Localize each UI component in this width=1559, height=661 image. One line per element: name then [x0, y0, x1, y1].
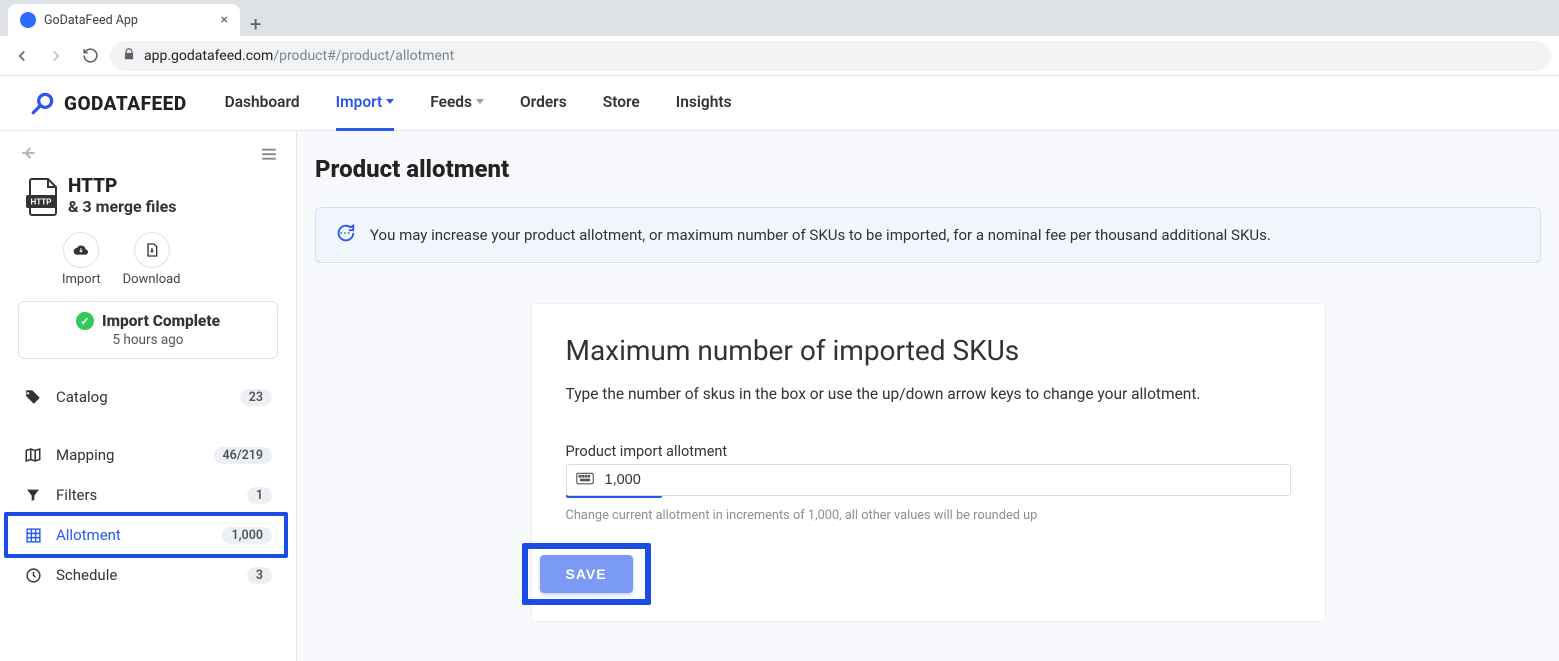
logo-icon [30, 90, 56, 116]
sidebar-item-badge: 23 [240, 389, 272, 406]
action-row: Import Download [16, 226, 280, 297]
app-header: GODATAFEED Dashboard Import Feeds Orders… [0, 76, 1559, 131]
chevron-down-icon [386, 99, 394, 104]
address-bar[interactable]: app.godatafeed.com/product#/product/allo… [110, 41, 1551, 71]
main-content: Product allotment You may increase your … [297, 131, 1559, 661]
status-card: ✓ Import Complete 5 hours ago [18, 301, 278, 359]
sidebar-item-schedule[interactable]: Schedule 3 [16, 555, 280, 595]
tags-icon [24, 388, 42, 406]
svg-text:HTTP: HTTP [31, 198, 53, 207]
source-block: HTTP HTTP & 3 merge files [16, 174, 280, 226]
sidebar-item-badge: 1 [247, 487, 272, 504]
grid-icon [24, 527, 42, 544]
card-heading: Maximum number of imported SKUs [566, 334, 1291, 367]
info-banner: You may increase your product allotment,… [315, 207, 1541, 263]
browser-tab[interactable]: GoDataFeed App × [8, 4, 240, 36]
nav-insights[interactable]: Insights [676, 76, 732, 131]
brand-logo[interactable]: GODATAFEED [30, 90, 187, 116]
url-text: app.godatafeed.com/product#/product/allo… [144, 48, 454, 64]
source-subtitle: & 3 merge files [68, 197, 176, 216]
nav-dashboard[interactable]: Dashboard [225, 76, 300, 131]
clock-icon [24, 567, 42, 584]
forward-button[interactable] [42, 42, 70, 70]
back-button[interactable] [8, 42, 36, 70]
reload-button[interactable] [76, 42, 104, 70]
nav-store[interactable]: Store [603, 76, 640, 131]
page-title: Product allotment [315, 155, 1541, 207]
speech-bubble-icon [334, 222, 356, 248]
lock-icon [122, 47, 136, 65]
sidebar-item-catalog[interactable]: Catalog 23 [16, 377, 280, 417]
sidebar: HTTP HTTP & 3 merge files Import Downloa… [0, 131, 297, 661]
nav-feeds[interactable]: Feeds [430, 76, 484, 131]
card-description: Type the number of skus in the box or us… [566, 385, 1291, 403]
save-button[interactable]: SAVE [540, 555, 633, 593]
nav-orders[interactable]: Orders [520, 76, 567, 131]
status-time: 5 hours ago [29, 332, 267, 348]
sidebar-item-label: Allotment [56, 526, 208, 544]
sidebar-nav: Catalog 23 Mapping 46/219 Filters 1 Allo… [16, 377, 280, 595]
field-label: Product import allotment [566, 443, 1291, 460]
sidebar-item-label: Filters [56, 486, 233, 504]
sidebar-back-icon[interactable] [18, 143, 38, 168]
banner-text: You may increase your product allotment,… [370, 226, 1271, 244]
tab-title: GoDataFeed App [44, 13, 213, 28]
filter-icon [24, 487, 42, 503]
helper-text: Change current allotment in increments o… [566, 508, 1291, 523]
download-label: Download [123, 272, 181, 287]
sidebar-item-badge: 3 [247, 567, 272, 584]
sidebar-item-mapping[interactable]: Mapping 46/219 [16, 435, 280, 475]
tab-strip: GoDataFeed App × + [0, 0, 1559, 36]
sidebar-item-badge: 46/219 [214, 447, 272, 464]
sidebar-menu-icon[interactable] [260, 145, 278, 167]
import-button[interactable]: Import [62, 232, 101, 287]
browser-chrome: GoDataFeed App × + app.godatafeed.com/pr… [0, 0, 1559, 76]
allotment-input-wrap [566, 464, 1291, 496]
nav-import[interactable]: Import [336, 76, 395, 131]
keyboard-icon [576, 471, 594, 490]
sidebar-item-label: Mapping [56, 446, 200, 464]
sidebar-item-label: Catalog [56, 388, 226, 406]
brand-text: GODATAFEED [64, 92, 187, 115]
new-tab-button[interactable]: + [240, 12, 271, 36]
browser-toolbar: app.godatafeed.com/product#/product/allo… [0, 36, 1559, 76]
favicon-icon [20, 12, 36, 28]
download-button[interactable]: Download [123, 232, 181, 287]
sidebar-item-badge: 1,000 [222, 527, 272, 544]
main-nav: Dashboard Import Feeds Orders Store Insi… [225, 76, 732, 131]
import-label: Import [62, 272, 101, 287]
allotment-input[interactable] [566, 464, 1291, 496]
tab-close-icon[interactable]: × [221, 12, 228, 28]
allotment-card: Maximum number of imported SKUs Type the… [531, 303, 1326, 622]
chevron-down-icon [476, 99, 484, 104]
status-text: Import Complete [102, 312, 220, 330]
http-file-icon: HTTP [24, 176, 62, 222]
map-icon [24, 446, 42, 464]
sidebar-item-filters[interactable]: Filters 1 [16, 475, 280, 515]
sidebar-item-label: Schedule [56, 566, 233, 584]
check-circle-icon: ✓ [76, 312, 94, 330]
source-title: HTTP [68, 174, 176, 197]
sidebar-item-allotment[interactable]: Allotment 1,000 [16, 515, 280, 555]
